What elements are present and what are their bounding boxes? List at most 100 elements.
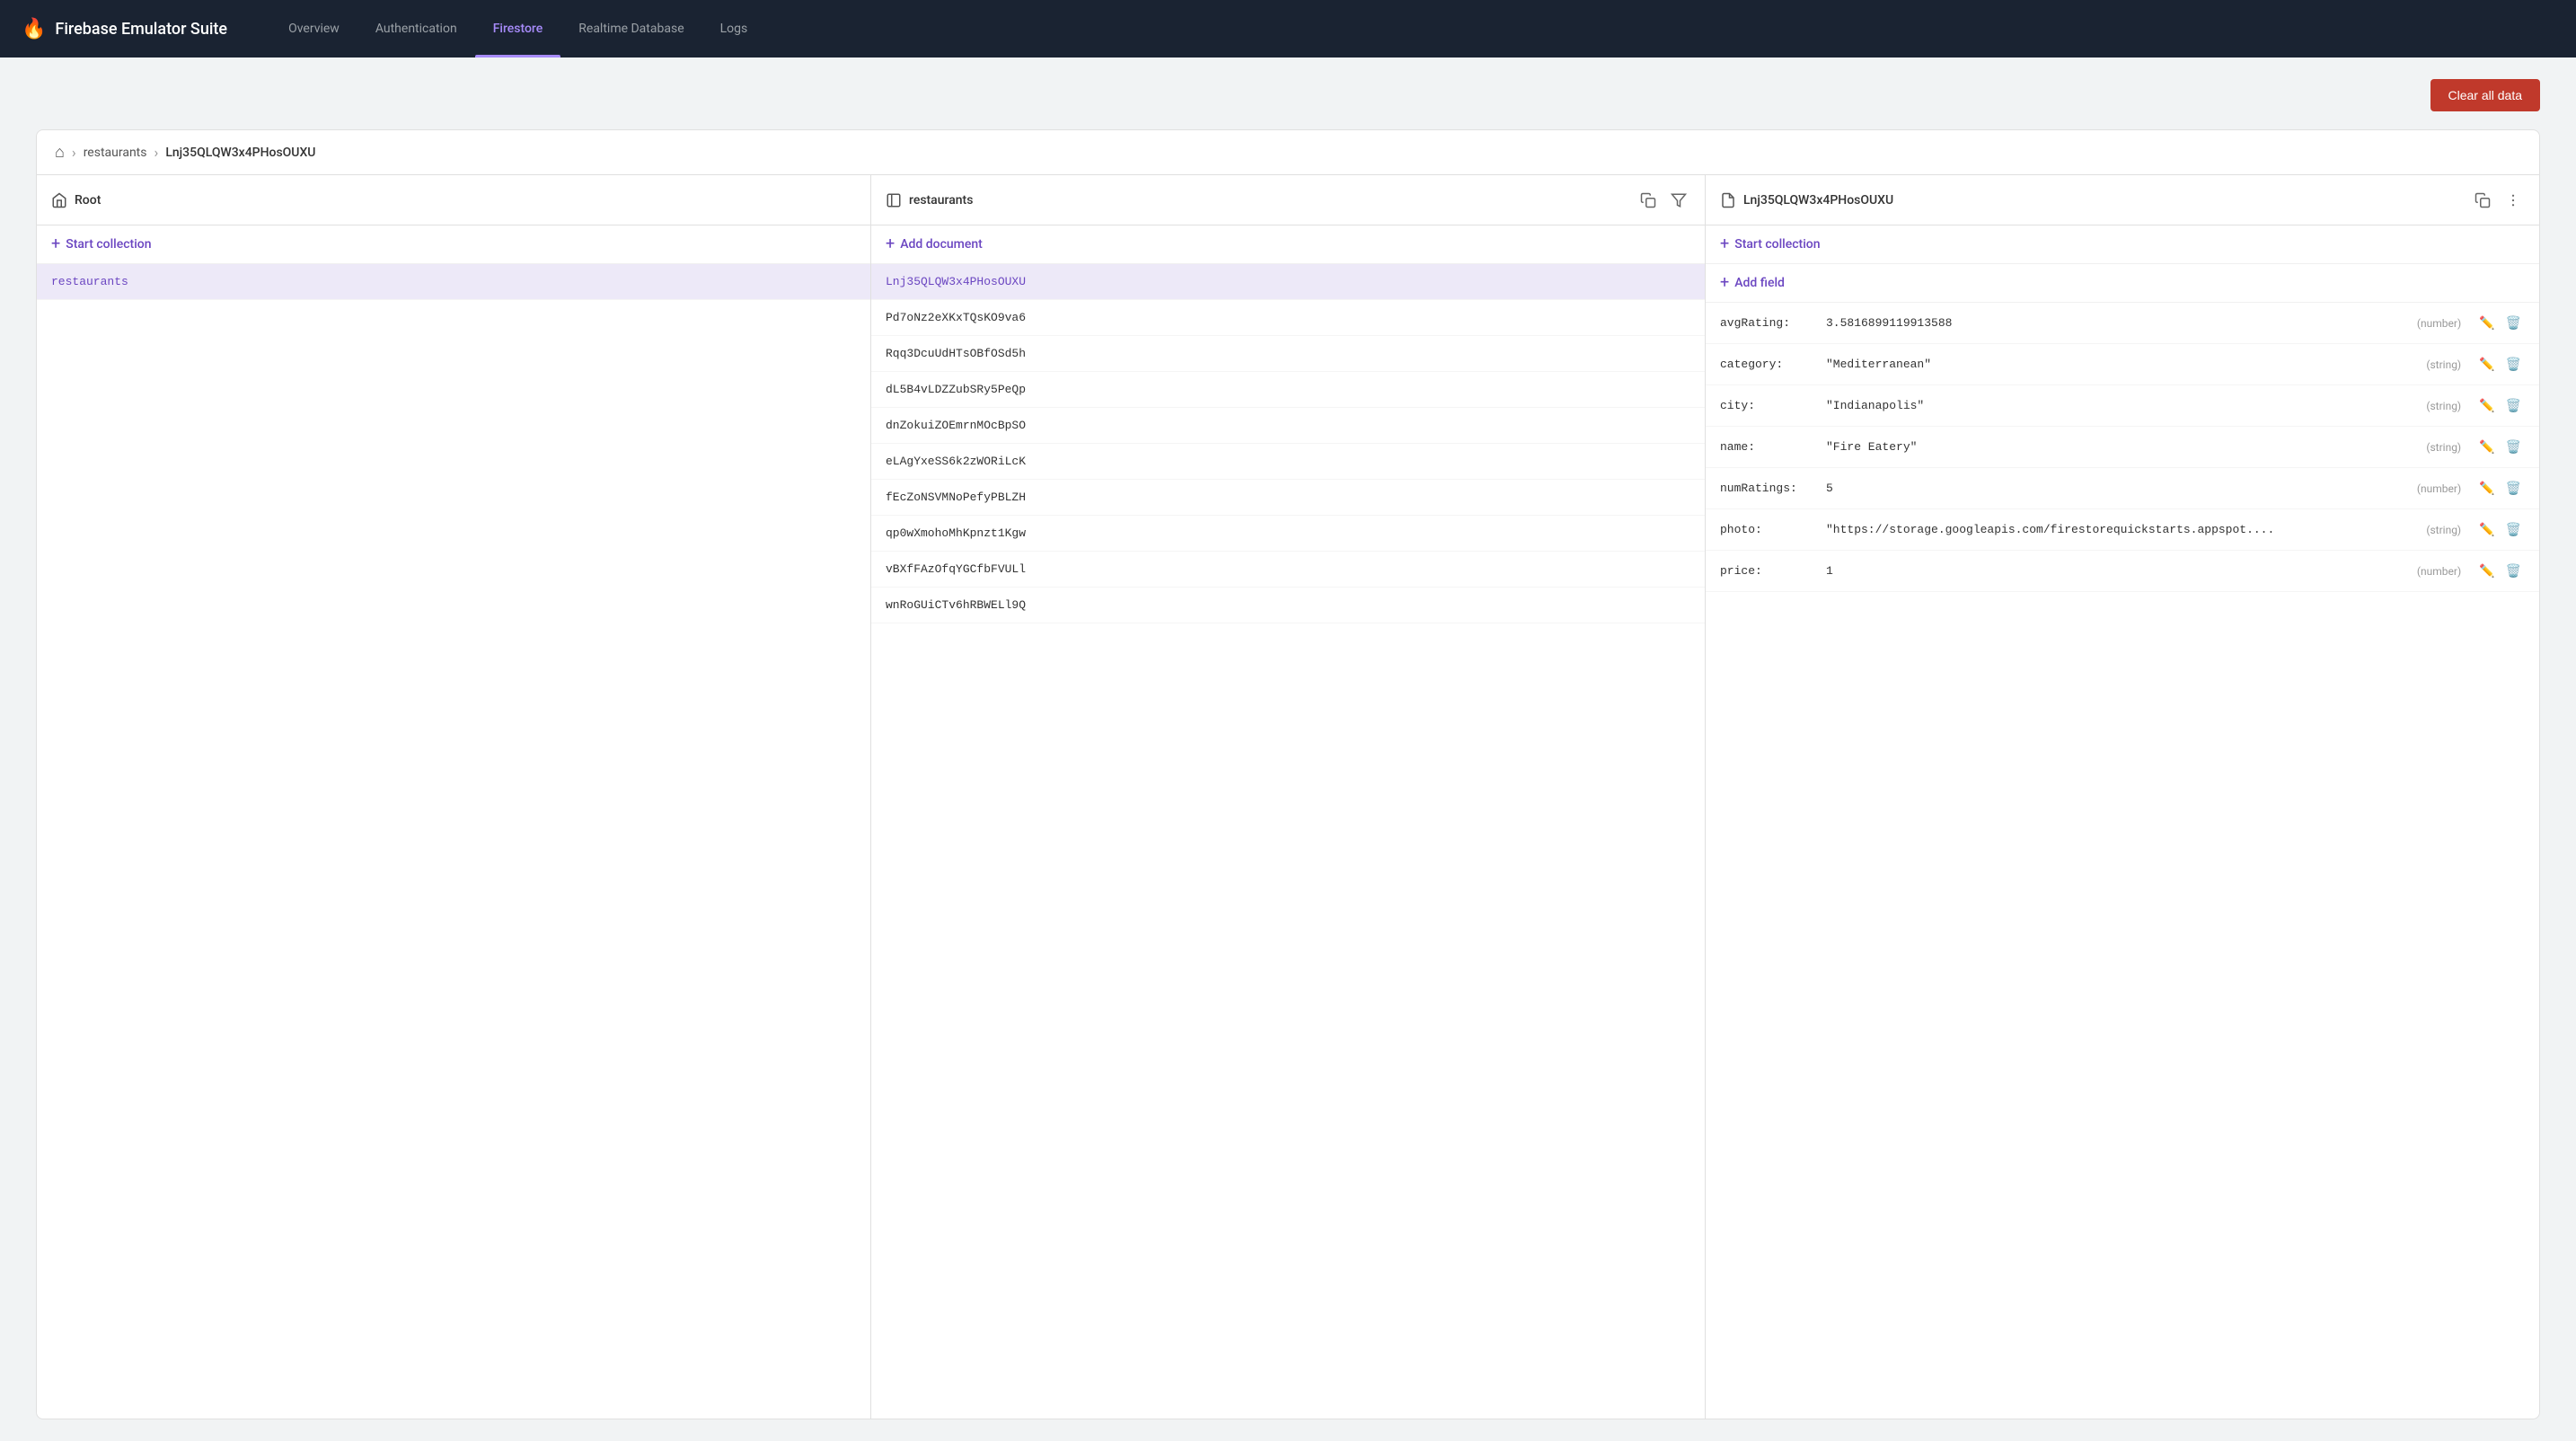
field-actions: ✏️ 🗑️ <box>2475 561 2525 580</box>
clear-all-data-button[interactable]: Clear all data <box>2430 79 2541 111</box>
doc-id: Pd7oNz2eXKxTQsKO9va6 <box>886 311 1026 324</box>
nav-realtime-database[interactable]: Realtime Database <box>560 0 701 57</box>
edit-field-button[interactable]: ✏️ <box>2475 520 2498 539</box>
field-key: city: <box>1720 399 1819 412</box>
field-key: price: <box>1720 564 1819 578</box>
doc-id: Rqq3DcuUdHTsOBfOSd5h <box>886 347 1026 360</box>
add-field-button[interactable]: + Add field <box>1706 264 2539 303</box>
breadcrumb-restaurants[interactable]: restaurants <box>84 146 147 160</box>
nav-links: Overview Authentication Firestore Realti… <box>270 0 765 57</box>
field-key: avgRating: <box>1720 316 1819 330</box>
root-icon <box>51 191 67 209</box>
field-value: "Fire Eatery" <box>1826 440 2419 454</box>
field-row: city: "Indianapolis" (string) ✏️ 🗑️ <box>1706 385 2539 427</box>
root-column: Root + Start collection restaurants <box>37 175 871 1419</box>
doc-id: qp0wXmohoMhKpnzt1Kgw <box>886 526 1026 540</box>
field-actions: ✏️ 🗑️ <box>2475 314 2525 332</box>
delete-field-button[interactable]: 🗑️ <box>2502 561 2525 580</box>
doc-id: dnZokuiZOEmrnMOcBpSO <box>886 419 1026 432</box>
plus-icon-3: + <box>1720 236 1729 252</box>
add-document-label: Add document <box>900 237 983 252</box>
list-item[interactable]: Rqq3DcuUdHTsOBfOSd5h <box>871 336 1705 372</box>
field-key: name: <box>1720 440 1819 454</box>
nav-authentication[interactable]: Authentication <box>357 0 475 57</box>
delete-field-button[interactable]: 🗑️ <box>2502 396 2525 415</box>
document-header-actions <box>2471 189 2525 212</box>
restaurants-title: restaurants <box>909 193 1629 208</box>
list-item[interactable]: vBXfFAzOfqYGCfbFVULl <box>871 552 1705 588</box>
field-row: name: "Fire Eatery" (string) ✏️ 🗑️ <box>1706 427 2539 468</box>
breadcrumb-separator: › <box>72 144 76 161</box>
start-collection-button-doc[interactable]: + Start collection <box>1706 225 2539 264</box>
root-title: Root <box>75 193 856 208</box>
delete-field-button[interactable]: 🗑️ <box>2502 355 2525 374</box>
field-key: numRatings: <box>1720 482 1819 495</box>
firebase-icon: 🔥 <box>22 18 46 40</box>
field-value: 1 <box>1826 564 2410 578</box>
home-icon[interactable]: ⌂ <box>55 143 65 162</box>
nav-overview[interactable]: Overview <box>270 0 357 57</box>
delete-field-button[interactable]: 🗑️ <box>2502 314 2525 332</box>
list-item[interactable]: eLAgYxeSS6k2zWORiLcK <box>871 444 1705 480</box>
root-column-body: + Start collection restaurants <box>37 225 870 1419</box>
doc-id: wnRoGUiCTv6hRBWELl9Q <box>886 598 1026 612</box>
list-item[interactable]: restaurants <box>37 264 870 300</box>
restaurants-column-header: restaurants <box>871 175 1705 225</box>
edit-field-button[interactable]: ✏️ <box>2475 479 2498 498</box>
field-key: photo: <box>1720 523 1819 536</box>
start-collection-button-root[interactable]: + Start collection <box>37 225 870 264</box>
edit-field-button[interactable]: ✏️ <box>2475 561 2498 580</box>
list-item[interactable]: fEcZoNSVMNoPefyPBLZH <box>871 480 1705 516</box>
field-value: "Mediterranean" <box>1826 358 2419 371</box>
root-column-header: Root <box>37 175 870 225</box>
edit-field-button[interactable]: ✏️ <box>2475 355 2498 374</box>
add-document-button[interactable]: + Add document <box>871 225 1705 264</box>
columns-container: Root + Start collection restaurants <box>37 175 2539 1419</box>
top-navigation: 🔥 Firebase Emulator Suite Overview Authe… <box>0 0 2576 57</box>
list-item[interactable]: qp0wXmohoMhKpnzt1Kgw <box>871 516 1705 552</box>
document-column-header: Lnj35QLQW3x4PHosOUXU <box>1706 175 2539 225</box>
field-actions: ✏️ 🗑️ <box>2475 438 2525 456</box>
doc-id: eLAgYxeSS6k2zWORiLcK <box>886 455 1026 468</box>
plus-icon: + <box>51 236 60 252</box>
restaurants-header-actions <box>1636 189 1690 212</box>
document-column: Lnj35QLQW3x4PHosOUXU <box>1706 175 2539 1419</box>
document-icon <box>1720 191 1736 209</box>
field-type: (string) <box>2426 400 2461 412</box>
list-item[interactable]: dL5B4vLDZZubSRy5PeQp <box>871 372 1705 408</box>
doc-copy-button[interactable] <box>2471 189 2494 212</box>
doc-more-button[interactable] <box>2501 189 2525 212</box>
field-type: (number) <box>2417 317 2461 330</box>
doc-id: vBXfFAzOfqYGCfbFVULl <box>886 562 1026 576</box>
delete-field-button[interactable]: 🗑️ <box>2502 438 2525 456</box>
doc-id: Lnj35QLQW3x4PHosOUXU <box>886 275 1026 288</box>
main-content: Clear all data ⌂ › restaurants › Lnj35QL… <box>0 57 2576 1441</box>
breadcrumb-current: Lnj35QLQW3x4PHosOUXU <box>165 146 315 160</box>
list-item[interactable]: Lnj35QLQW3x4PHosOUXU <box>871 264 1705 300</box>
edit-field-button[interactable]: ✏️ <box>2475 438 2498 456</box>
field-type: (string) <box>2426 524 2461 536</box>
filter-button[interactable] <box>1667 189 1690 212</box>
field-row: category: "Mediterranean" (string) ✏️ 🗑️ <box>1706 344 2539 385</box>
list-item[interactable]: dnZokuiZOEmrnMOcBpSO <box>871 408 1705 444</box>
restaurants-column-body: + Add document Lnj35QLQW3x4PHosOUXU Pd7o… <box>871 225 1705 1419</box>
delete-field-button[interactable]: 🗑️ <box>2502 479 2525 498</box>
nav-logs[interactable]: Logs <box>702 0 766 57</box>
delete-field-button[interactable]: 🗑️ <box>2502 520 2525 539</box>
list-item[interactable]: wnRoGUiCTv6hRBWELl9Q <box>871 588 1705 623</box>
copy-button[interactable] <box>1636 189 1660 212</box>
field-row: avgRating: 3.5816899119913588 (number) ✏… <box>1706 303 2539 344</box>
collection-icon <box>886 191 902 209</box>
breadcrumb-separator-2: › <box>154 144 159 161</box>
breadcrumb: ⌂ › restaurants › Lnj35QLQW3x4PHosOUXU <box>37 130 2539 175</box>
list-item[interactable]: Pd7oNz2eXKxTQsKO9va6 <box>871 300 1705 336</box>
field-row: numRatings: 5 (number) ✏️ 🗑️ <box>1706 468 2539 509</box>
nav-firestore[interactable]: Firestore <box>475 0 561 57</box>
field-value: 5 <box>1826 482 2410 495</box>
edit-field-button[interactable]: ✏️ <box>2475 314 2498 332</box>
restaurants-column: restaurants <box>871 175 1706 1419</box>
field-type: (number) <box>2417 565 2461 578</box>
edit-field-button[interactable]: ✏️ <box>2475 396 2498 415</box>
plus-icon-2: + <box>886 236 895 252</box>
start-collection-label-doc: Start collection <box>1734 237 1820 252</box>
